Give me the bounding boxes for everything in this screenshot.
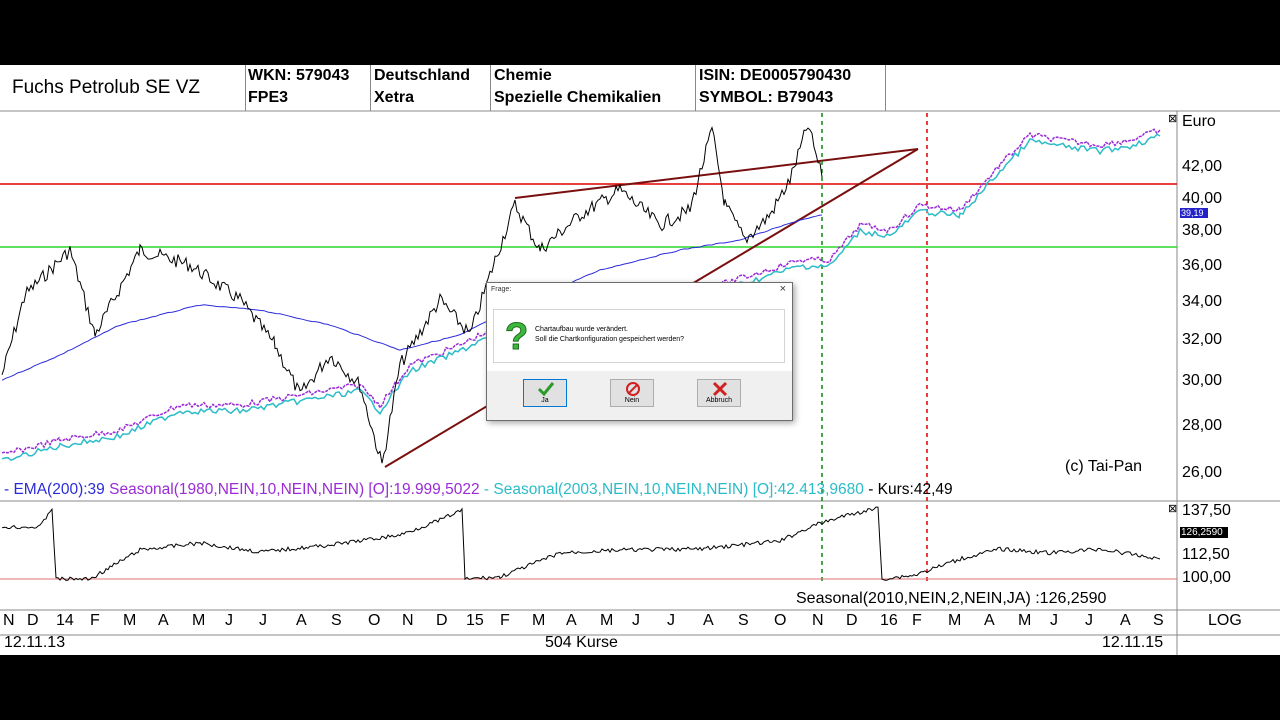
indicator-tick-112: 112,50 bbox=[1182, 546, 1230, 563]
month-label: A bbox=[1120, 612, 1131, 629]
month-label: S bbox=[738, 612, 749, 629]
legend-ema[interactable]: - EMA(200):39 bbox=[4, 481, 105, 498]
price-tick-42: 42,00 bbox=[1182, 158, 1223, 175]
dialog-close-button[interactable]: × bbox=[780, 283, 786, 295]
month-label: J bbox=[667, 612, 675, 629]
month-label: A bbox=[703, 612, 714, 629]
price-current-marker: 39,19 bbox=[1181, 208, 1204, 218]
svg-text:?: ? bbox=[505, 316, 528, 355]
month-label: A bbox=[158, 612, 169, 629]
cancel-x-icon bbox=[712, 381, 728, 397]
price-tick-40: 40,00 bbox=[1182, 190, 1223, 207]
month-label: S bbox=[1153, 612, 1164, 629]
month-label: D bbox=[846, 612, 858, 629]
month-label: J bbox=[632, 612, 640, 629]
month-label: O bbox=[774, 612, 787, 629]
indicator-legend[interactable]: Seasonal(2010,NEIN,2,NEIN,JA) :126,2590 bbox=[796, 590, 1106, 608]
month-label: A bbox=[984, 612, 995, 629]
save-config-dialog: Frage: × ? Chartaufbau wurde verändert. … bbox=[486, 282, 793, 421]
indicator-tick-100: 100,00 bbox=[1182, 569, 1231, 586]
month-label: D bbox=[436, 612, 448, 629]
month-label: J bbox=[1050, 612, 1058, 629]
month-label: M bbox=[1018, 612, 1032, 629]
legend-row: - EMA(200):39 Seasonal(1980,NEIN,10,NEIN… bbox=[4, 481, 953, 499]
yes-label: Ja bbox=[541, 397, 549, 404]
prohibited-icon bbox=[626, 382, 640, 396]
month-label: M bbox=[192, 612, 206, 629]
month-label: A bbox=[566, 612, 577, 629]
indicator-tick-137: 137,50 bbox=[1182, 502, 1231, 519]
month-label: D bbox=[27, 612, 39, 629]
cancel-label: Abbruch bbox=[705, 397, 733, 404]
dialog-title: Frage: bbox=[491, 286, 512, 293]
month-label: S bbox=[331, 612, 342, 629]
month-label: N bbox=[812, 612, 824, 629]
checkmark-icon bbox=[537, 382, 555, 397]
copyright: (c) Tai-Pan bbox=[1065, 458, 1143, 475]
price-tick-32: 32,00 bbox=[1182, 331, 1223, 348]
question-icon: ? bbox=[505, 316, 529, 356]
dialog-message: Chartaufbau wurde verändert. Soll die Ch… bbox=[535, 325, 684, 345]
pane-close-icon[interactable]: ⊠ bbox=[1168, 113, 1177, 125]
dialog-message-line-1: Chartaufbau wurde verändert. bbox=[535, 326, 628, 333]
month-label: N bbox=[3, 612, 15, 629]
month-label: J bbox=[259, 612, 267, 629]
month-label: F bbox=[90, 612, 100, 629]
price-tick-30: 30,00 bbox=[1182, 372, 1223, 389]
month-label: M bbox=[532, 612, 546, 629]
legend-separator: - bbox=[483, 481, 490, 498]
month-label: J bbox=[225, 612, 233, 629]
dialog-message-line-2: Soll die Chartkonfiguration gespeichert … bbox=[535, 336, 685, 343]
seasonal-indicator-line bbox=[1, 506, 1161, 581]
price-tick-34: 34,00 bbox=[1182, 293, 1223, 310]
month-label: 15 bbox=[466, 612, 484, 629]
month-label: 14 bbox=[56, 612, 74, 629]
start-date: 12.11.13 bbox=[4, 634, 66, 651]
cancel-button[interactable]: Abbruch bbox=[697, 379, 741, 407]
yes-button[interactable]: Ja bbox=[523, 379, 567, 407]
month-label: M bbox=[123, 612, 137, 629]
legend-seasonal-2003[interactable]: Seasonal(2003,NEIN,10,NEIN,NEIN) [O]:42.… bbox=[493, 481, 863, 498]
month-label: F bbox=[912, 612, 922, 629]
price-tick-38: 38,00 bbox=[1182, 222, 1223, 239]
price-tick-26: 26,00 bbox=[1182, 464, 1223, 481]
indicator-current-marker: 126,2590 bbox=[1181, 527, 1223, 538]
month-label: A bbox=[296, 612, 307, 629]
month-label: 16 bbox=[880, 612, 898, 629]
month-label: O bbox=[368, 612, 381, 629]
quote-count: 504 Kurse bbox=[545, 634, 618, 651]
price-tick-28: 28,00 bbox=[1182, 417, 1223, 434]
price-tick-36: 36,00 bbox=[1182, 257, 1223, 274]
legend-seasonal-1980[interactable]: Seasonal(1980,NEIN,10,NEIN,NEIN) [O]:19.… bbox=[109, 481, 479, 498]
legend-kurs[interactable]: - Kurs:42,49 bbox=[868, 481, 952, 498]
indicator-pane-close-icon[interactable]: ⊠ bbox=[1168, 503, 1177, 515]
no-button[interactable]: Nein bbox=[610, 379, 654, 407]
no-label: Nein bbox=[624, 397, 640, 404]
month-label: J bbox=[1085, 612, 1093, 629]
scale-mode-button[interactable]: LOG bbox=[1208, 612, 1242, 630]
end-date: 12.11.15 bbox=[1102, 634, 1164, 651]
month-label: M bbox=[948, 612, 962, 629]
month-label: N bbox=[402, 612, 414, 629]
price-unit: Euro bbox=[1182, 113, 1216, 130]
month-label: F bbox=[500, 612, 510, 629]
month-label: M bbox=[600, 612, 614, 629]
